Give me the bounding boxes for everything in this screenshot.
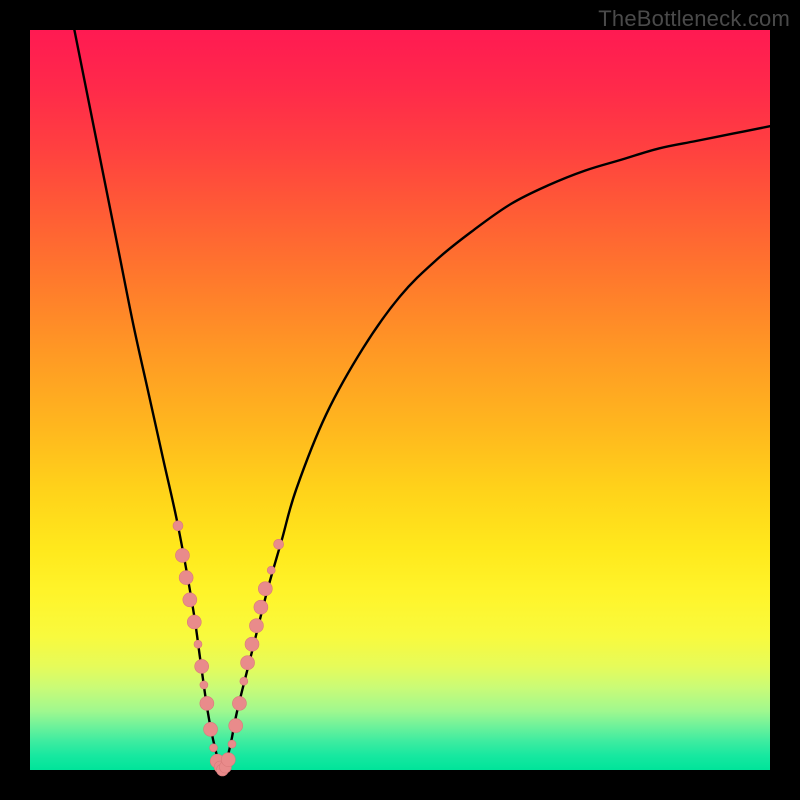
data-marker [195, 659, 209, 673]
data-marker [249, 619, 263, 633]
data-marker [200, 696, 214, 710]
data-marker [258, 582, 272, 596]
watermark-text: TheBottleneck.com [598, 6, 790, 32]
data-marker [254, 600, 268, 614]
data-marker [173, 521, 183, 531]
data-marker [183, 593, 197, 607]
data-marker [274, 539, 284, 549]
data-marker [204, 722, 218, 736]
data-marker [267, 566, 275, 574]
data-marker [175, 548, 189, 562]
data-marker [232, 696, 246, 710]
data-marker [240, 677, 248, 685]
data-marker [210, 744, 218, 752]
bottleneck-curve [74, 30, 770, 770]
data-marker [228, 740, 236, 748]
curve-layer [30, 30, 770, 770]
data-marker [200, 681, 208, 689]
data-marker [187, 615, 201, 629]
data-marker [229, 719, 243, 733]
data-marker [245, 637, 259, 651]
chart-frame: TheBottleneck.com [0, 0, 800, 800]
data-marker [194, 640, 202, 648]
data-marker [241, 656, 255, 670]
marker-layer [173, 521, 284, 776]
data-marker [179, 571, 193, 585]
plot-area [30, 30, 770, 770]
data-marker [221, 753, 235, 767]
